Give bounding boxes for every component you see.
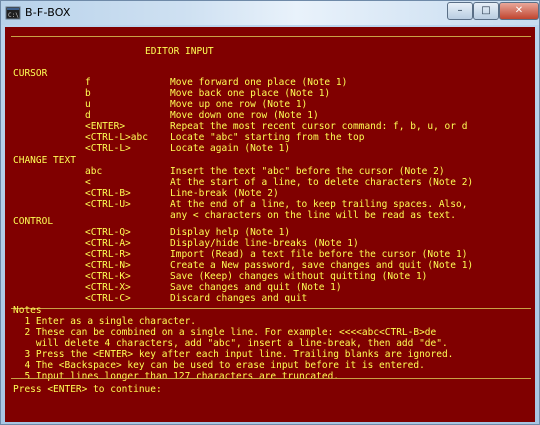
key-description: Move back one place (Note 1): [170, 88, 331, 99]
key-description: Locate again (Note 1): [170, 143, 291, 154]
key-description: Save (Keep) changes without quitting (No…: [170, 271, 428, 282]
key-description: Repeat the most recent cursor command: f…: [170, 121, 468, 132]
key-label: <CTRL-X>: [85, 282, 131, 293]
section-title-cursor: CURSOR: [13, 68, 48, 79]
key-description: Create a New password, save changes and …: [170, 260, 474, 271]
key-label: <ENTER>: [85, 121, 126, 132]
key-description: Import (Read) a text file before the cur…: [170, 249, 468, 260]
key-label: <CTRL-R>: [85, 249, 131, 260]
key-description: Move up one row (Note 1): [170, 99, 308, 110]
key-label: <CTRL-L>abc: [85, 132, 148, 143]
key-label: abc: [85, 166, 103, 177]
key-label: f: [85, 77, 91, 88]
console-window: C:\ B-F-BOX – □ ✕ EDITOR INPUT CURSOR f …: [0, 0, 540, 425]
key-label: <CTRL-A>: [85, 238, 131, 249]
key-description: Move forward one place (Note 1): [170, 77, 348, 88]
key-label: <CTRL-L>: [85, 143, 131, 154]
console-app-icon: C:\: [5, 6, 21, 20]
close-button[interactable]: ✕: [499, 2, 539, 20]
editor-heading: EDITOR INPUT: [145, 46, 214, 57]
key-label: <CTRL-U>: [85, 199, 131, 210]
divider-notes: [11, 308, 531, 309]
key-description: any < characters on the line will be rea…: [170, 210, 456, 221]
key-description: At the end of a line, to keep trailing s…: [170, 199, 468, 210]
key-label: <CTRL-K>: [85, 271, 131, 282]
note-line: 3 Press the <ENTER> key after each input…: [13, 349, 454, 360]
key-description: Move down one row (Note 1): [170, 110, 319, 121]
note-line: 2 These can be combined on a single line…: [13, 327, 437, 338]
key-label: <: [85, 177, 91, 188]
section-title-control: CONTROL: [13, 216, 54, 227]
divider-top: [11, 36, 531, 37]
key-description: Display help (Note 1): [170, 227, 291, 238]
title-bar[interactable]: C:\ B-F-BOX – □ ✕: [1, 1, 539, 25]
key-label: b: [85, 88, 91, 99]
key-description: At the start of a line, to delete charac…: [170, 177, 474, 188]
window-title: B-F-BOX: [25, 6, 71, 19]
key-label: d: [85, 110, 91, 121]
note-line: 4 The <Backspace> key can be used to era…: [13, 360, 425, 371]
maximize-button[interactable]: □: [473, 2, 499, 20]
divider-prompt: [11, 378, 531, 379]
key-label: <CTRL-C>: [85, 293, 131, 304]
key-label: u: [85, 99, 91, 110]
key-description: Insert the text "abc" before the cursor …: [170, 166, 445, 177]
key-label: <CTRL-N>: [85, 260, 131, 271]
key-description: Line-break (Note 2): [170, 188, 279, 199]
key-description: Discard changes and quit: [170, 293, 308, 304]
minimize-button[interactable]: –: [447, 2, 473, 20]
notes-title: Notes: [13, 305, 42, 316]
note-line: 1 Enter as a single character.: [13, 316, 197, 327]
note-line: 5 Input lines longer than 127 characters…: [13, 371, 340, 382]
key-description: Locate "abc" starting from the top: [170, 132, 365, 143]
key-label: <CTRL-Q>: [85, 227, 131, 238]
key-description: Display/hide line-breaks (Note 1): [170, 238, 359, 249]
key-description: Save changes and quit (Note 1): [170, 282, 342, 293]
section-title-change-text: CHANGE TEXT: [13, 155, 76, 166]
key-label: <CTRL-B>: [85, 188, 131, 199]
console-output[interactable]: EDITOR INPUT CURSOR f Move forward one p…: [5, 27, 535, 422]
svg-text:C:\: C:\: [8, 12, 19, 19]
continue-prompt: Press <ENTER> to continue:: [13, 384, 162, 395]
note-line: will delete 4 characters, add "abc", ins…: [13, 338, 448, 349]
